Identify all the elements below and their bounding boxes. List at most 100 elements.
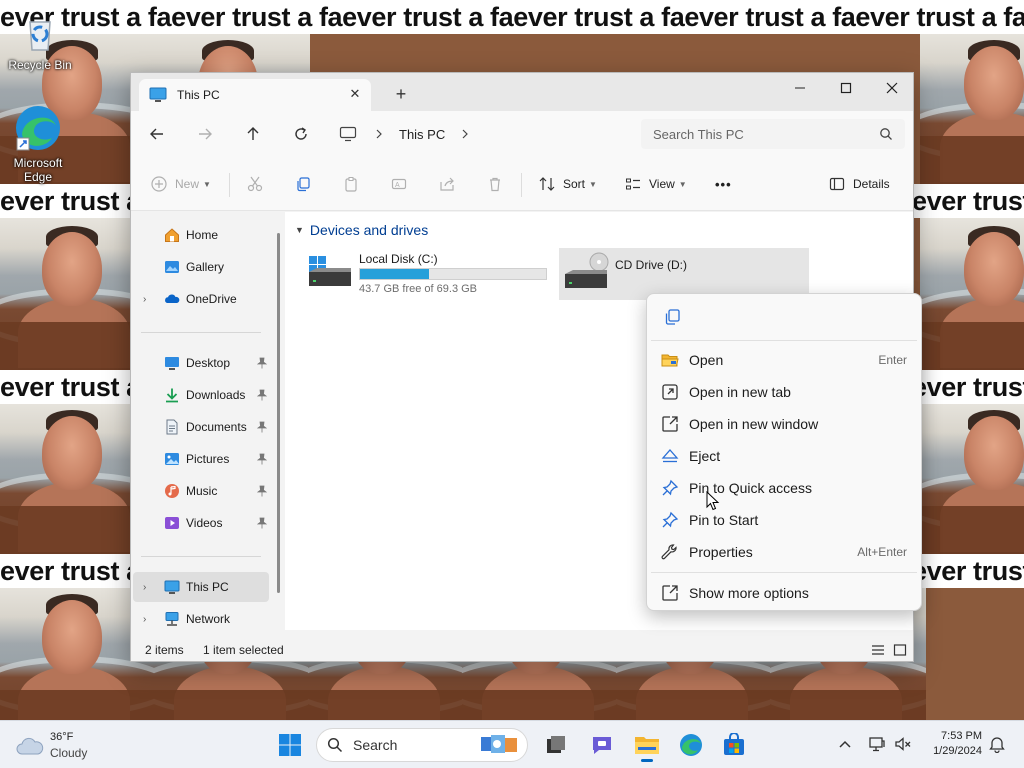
- search-icon: [880, 128, 892, 140]
- refresh-button[interactable]: [289, 122, 313, 146]
- menu-item-eject[interactable]: Eject: [651, 441, 917, 471]
- volume-muted-icon[interactable]: [894, 735, 912, 753]
- home-icon: [165, 228, 179, 242]
- nav-item-network[interactable]: › Network: [133, 604, 269, 634]
- nav-item-home[interactable]: Home: [133, 220, 269, 250]
- chevron-up-icon[interactable]: [838, 739, 852, 749]
- tiles-view-icon[interactable]: [893, 644, 907, 656]
- new-button[interactable]: New ▼: [151, 171, 211, 197]
- menu-item-label: Open in new window: [689, 416, 819, 432]
- delete-button[interactable]: [487, 171, 503, 197]
- notification-bell-icon[interactable]: [988, 735, 1006, 753]
- windows-logo-icon: [279, 734, 301, 756]
- network-status-icon[interactable]: [868, 735, 886, 753]
- search-icon: [327, 737, 343, 753]
- search-placeholder: Search This PC: [653, 126, 744, 142]
- edge-icon: [16, 106, 60, 151]
- nav-item-pictures[interactable]: Pictures: [133, 444, 269, 474]
- menu-item-label: Show more options: [689, 585, 809, 601]
- breadcrumb-item[interactable]: This PC: [399, 127, 445, 142]
- weather-temperature: 36°F: [50, 731, 74, 743]
- close-icon: [886, 82, 898, 94]
- more-options-button[interactable]: •••: [715, 171, 732, 197]
- monitor-outline-icon: [339, 126, 357, 142]
- back-button[interactable]: [145, 122, 169, 146]
- nav-item-documents[interactable]: Documents: [133, 412, 269, 442]
- chevron-right-icon[interactable]: ›: [143, 582, 146, 593]
- new-label: New: [175, 177, 200, 191]
- menu-item-pin-start[interactable]: Pin to Start: [651, 505, 917, 535]
- task-view-button[interactable]: [538, 727, 574, 763]
- nav-item-this-pc[interactable]: › This PC: [133, 572, 269, 602]
- start-button[interactable]: [272, 727, 308, 763]
- system-clock[interactable]: 7:53 PM 1/29/2024: [912, 729, 982, 759]
- teams-chat-button[interactable]: [584, 727, 620, 763]
- sort-button[interactable]: Sort ▼: [539, 171, 597, 197]
- nav-item-downloads[interactable]: Downloads: [133, 380, 269, 410]
- new-tab-button[interactable]: +: [391, 84, 411, 104]
- wallpaper-tile: [920, 218, 1024, 370]
- edge-taskbar-button[interactable]: [673, 727, 709, 763]
- menu-item-open[interactable]: Open Enter: [651, 345, 917, 375]
- chevron-right-icon: [462, 129, 469, 139]
- maximize-button[interactable]: [823, 73, 869, 103]
- nav-item-music[interactable]: Music: [133, 476, 269, 506]
- breadcrumb[interactable]: This PC: [337, 119, 627, 149]
- minimize-button[interactable]: [777, 73, 823, 103]
- desktop-icon-edge[interactable]: Microsoft Edge: [0, 104, 76, 184]
- nav-scrollbar[interactable]: [277, 233, 280, 593]
- nav-item-onedrive[interactable]: › OneDrive: [133, 284, 269, 314]
- menu-item-pin-quick-access[interactable]: Pin to Quick access: [651, 473, 917, 503]
- new-tab-icon: [662, 384, 678, 400]
- chevron-right-icon[interactable]: ›: [143, 294, 146, 305]
- pin-icon: [257, 453, 267, 465]
- nav-item-desktop[interactable]: Desktop: [133, 348, 269, 378]
- details-view-icon[interactable]: [871, 644, 885, 656]
- cut-button[interactable]: [247, 171, 263, 197]
- rename-button[interactable]: A: [391, 171, 407, 197]
- pin-start-icon: [662, 511, 679, 528]
- nav-item-gallery[interactable]: Gallery: [133, 252, 269, 282]
- refresh-icon: [295, 127, 307, 140]
- downloads-icon: [166, 388, 178, 403]
- menu-item-open-new-window[interactable]: Open in new window: [651, 409, 917, 439]
- status-selection: 1 item selected: [203, 643, 284, 657]
- menu-item-properties[interactable]: Properties Alt+Enter: [651, 537, 917, 567]
- up-button[interactable]: [241, 122, 265, 146]
- desktop-icon-recycle-bin[interactable]: Recycle Bin: [2, 14, 78, 72]
- copy-button[interactable]: [295, 171, 311, 197]
- copy-icon: [665, 309, 680, 325]
- view-button[interactable]: View ▼: [625, 171, 687, 197]
- share-icon: [440, 177, 454, 191]
- nav-item-videos[interactable]: Videos: [133, 508, 269, 538]
- menu-item-open-new-tab[interactable]: Open in new tab: [651, 377, 917, 407]
- taskbar-search[interactable]: Search: [316, 728, 528, 762]
- nav-item-label: This PC: [186, 580, 229, 594]
- menu-item-label: Open: [689, 352, 724, 368]
- store-taskbar-button[interactable]: [716, 727, 752, 763]
- rename-icon: A: [391, 178, 407, 190]
- details-button[interactable]: Details: [829, 171, 890, 197]
- menu-item-show-more-options[interactable]: Show more options: [651, 578, 917, 608]
- group-header-devices[interactable]: ▼ Devices and drives: [295, 222, 428, 238]
- forward-button[interactable]: [193, 122, 217, 146]
- drive-local-disk-c[interactable]: Local Disk (C:) 43.7 GB free of 69.3 GB: [307, 246, 547, 298]
- minimize-icon: [795, 87, 805, 89]
- chevron-right-icon[interactable]: ›: [143, 614, 146, 625]
- desktop-icon-label: Recycle Bin: [8, 58, 72, 72]
- drive-free-space: 43.7 GB free of 69.3 GB: [359, 283, 478, 295]
- task-view-icon: [547, 736, 565, 753]
- search-box[interactable]: Search This PC: [641, 119, 905, 149]
- tab-this-pc[interactable]: This PC ✕: [139, 79, 371, 111]
- paste-button[interactable]: [343, 171, 359, 197]
- share-button[interactable]: [439, 171, 455, 197]
- menu-divider: [651, 572, 917, 573]
- address-bar: This PC Search This PC: [131, 111, 913, 157]
- taskbar-search-label: Search: [353, 737, 398, 753]
- file-explorer-taskbar-button[interactable]: [629, 727, 665, 763]
- wallpaper-band-text: ever trust a: [912, 184, 1024, 218]
- close-tab-button[interactable]: ✕: [347, 86, 363, 102]
- nav-item-label: Documents: [186, 420, 247, 434]
- copy-menu-button[interactable]: [651, 302, 691, 332]
- close-window-button[interactable]: [869, 73, 915, 103]
